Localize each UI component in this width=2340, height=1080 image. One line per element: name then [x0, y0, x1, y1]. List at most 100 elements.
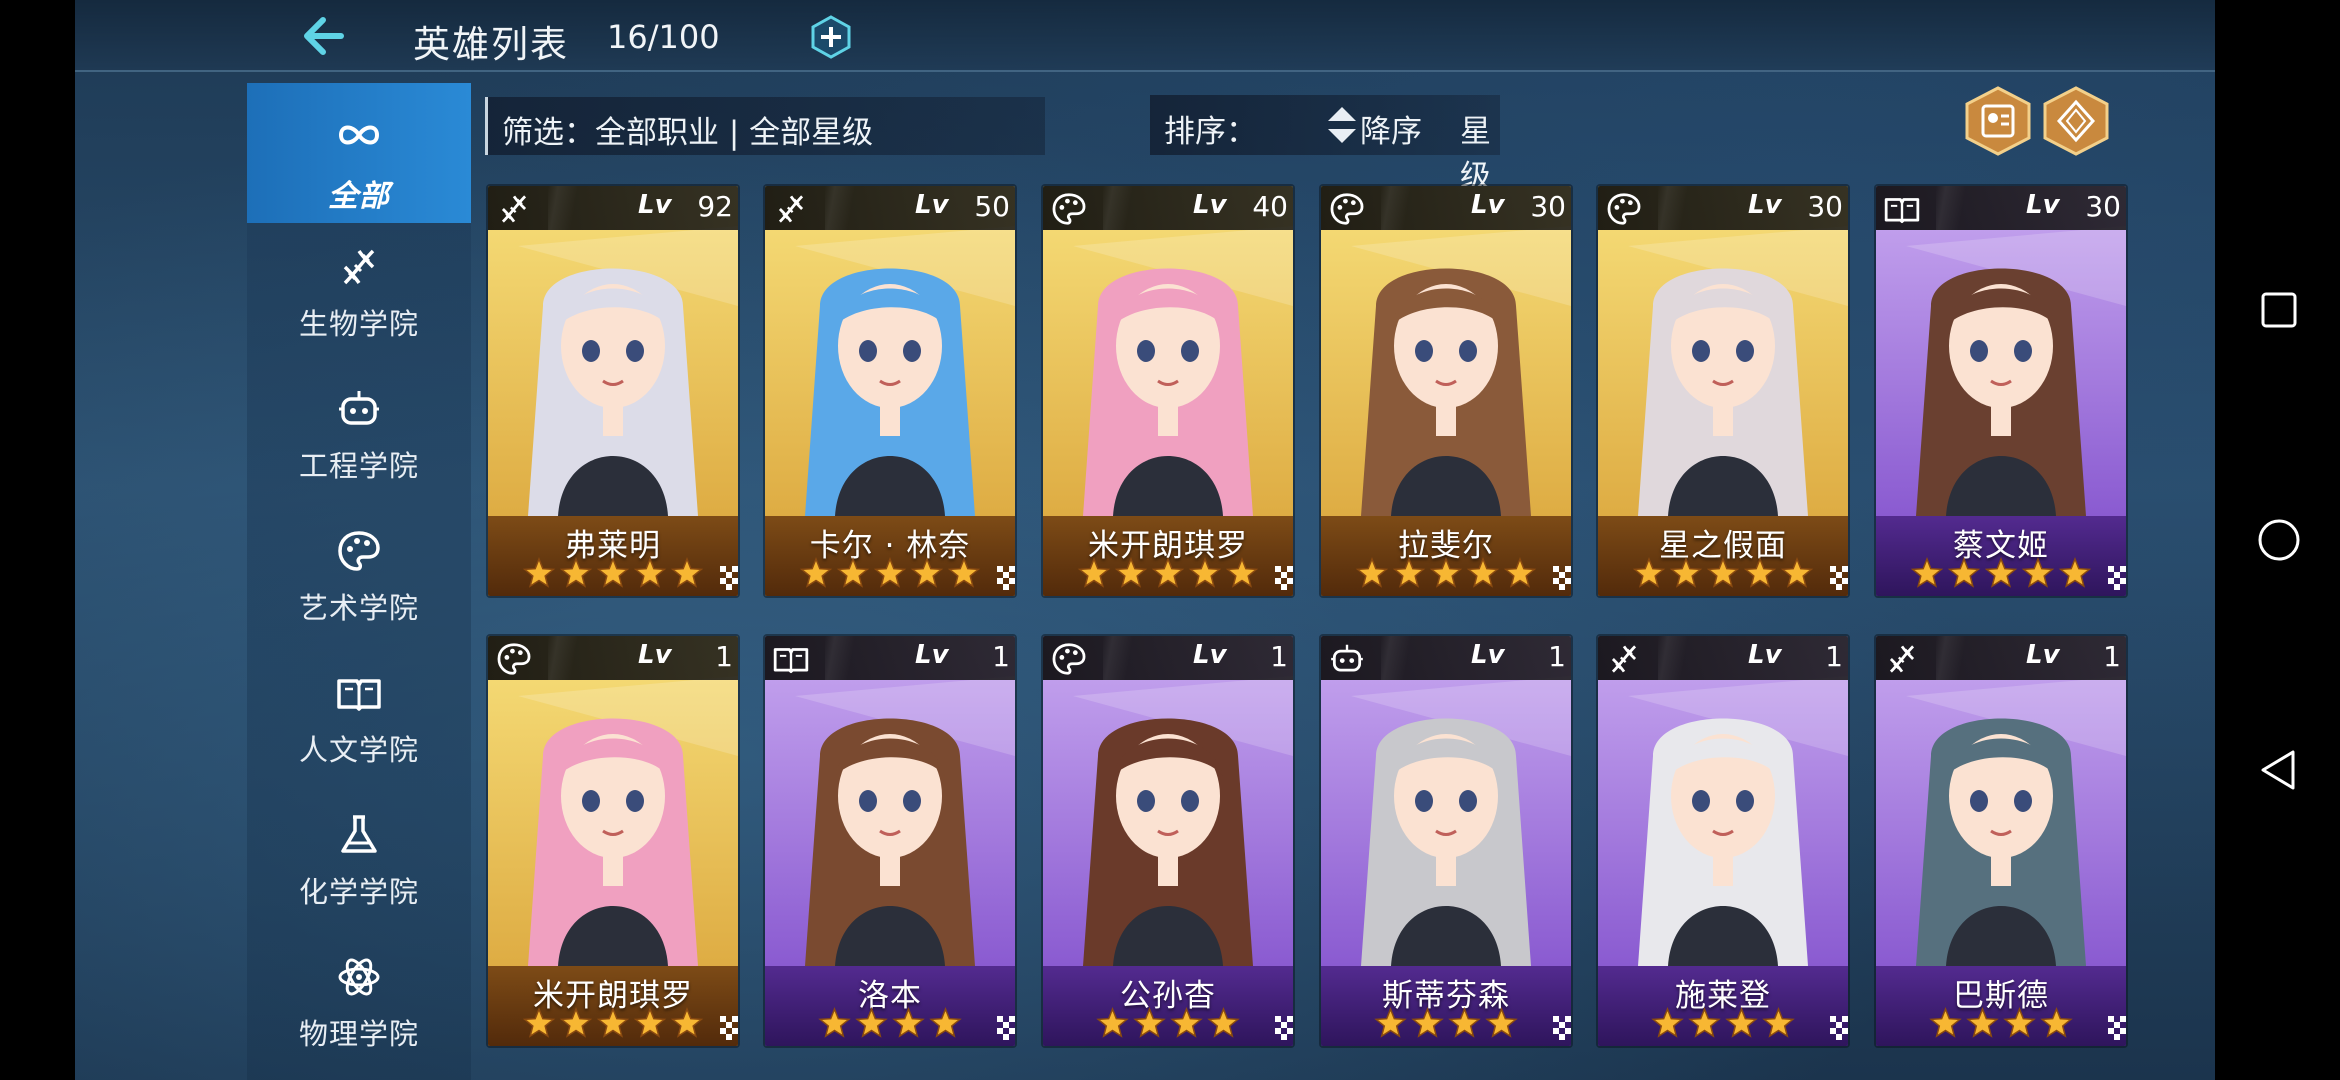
star-icon	[1114, 557, 1148, 588]
star-icon	[670, 1007, 704, 1038]
star-icon	[1188, 557, 1222, 588]
hero-level: 1	[1825, 640, 1843, 673]
sidebar-item-1[interactable]: 生物学院	[247, 223, 471, 353]
palette-icon	[1052, 193, 1086, 225]
hero-card[interactable]: Lv 40 米开朗琪罗	[1043, 186, 1293, 596]
recent-apps-icon[interactable]	[2257, 288, 2301, 332]
star-icon	[1225, 557, 1259, 588]
checker-flag-icon	[720, 1016, 738, 1040]
hero-card[interactable]: Lv 1 施莱登	[1598, 636, 1848, 1046]
sort-direction[interactable]: 降序	[1360, 106, 1422, 151]
checker-flag-icon	[1275, 566, 1293, 590]
sidebar-item-6[interactable]: 物理学院	[247, 933, 471, 1063]
star-icon	[1966, 1007, 1999, 1038]
dna-icon	[1889, 645, 1915, 673]
star-icon	[633, 557, 667, 588]
star-icon	[1392, 557, 1426, 588]
palette-icon	[1330, 193, 1364, 225]
level-tag: Lv	[2026, 640, 2060, 670]
sidebar-item-5[interactable]: 化学学院	[247, 791, 471, 921]
sidebar-item-0[interactable]: 全部	[247, 83, 471, 223]
hero-level: 92	[697, 190, 733, 223]
back-nav-icon[interactable]	[2257, 748, 2301, 792]
sort-toggle-icon[interactable]	[1326, 103, 1358, 147]
game-screen: 英雄列表 16/100 全部 生物学院 工程学院 艺术学院 人文学院 化学学院 物理学院 筛…	[75, 0, 2215, 1080]
hero-namebar: 施莱登	[1598, 966, 1848, 1046]
star-rating	[799, 557, 981, 588]
star-rating	[1077, 557, 1259, 588]
hero-card[interactable]: Lv 30 星之假面	[1598, 186, 1848, 596]
star-icon	[633, 1007, 667, 1038]
level-tag: Lv	[638, 190, 672, 220]
star-icon	[2040, 1007, 2073, 1038]
star-icon	[1466, 557, 1500, 588]
expand-view-icon[interactable]	[2041, 86, 2111, 156]
hero-level: 30	[1807, 190, 1843, 223]
hero-namebar: 星之假面	[1598, 516, 1848, 596]
infinity-icon	[338, 125, 380, 145]
checker-flag-icon	[2108, 1016, 2126, 1040]
filter-bar[interactable]: 筛选：全部职业 | 全部星级	[485, 97, 1045, 155]
sort-label: 排序：	[1164, 114, 1257, 150]
sidebar-item-label: 物理学院	[298, 1017, 419, 1051]
star-icon	[929, 1007, 962, 1038]
level-tag: Lv	[1471, 640, 1505, 670]
hero-card[interactable]: Lv 1 公孙杳	[1043, 636, 1293, 1046]
sidebar-item-3[interactable]: 艺术学院	[247, 507, 471, 637]
star-icon	[2021, 557, 2055, 588]
hero-level: 1	[1548, 640, 1566, 673]
hero-card[interactable]: Lv 30 拉斐尔	[1321, 186, 1571, 596]
sort-field[interactable]: 星级	[1460, 106, 1500, 196]
checker-flag-icon	[1553, 1016, 1571, 1040]
checker-flag-icon	[720, 566, 738, 590]
star-icon	[1133, 1007, 1166, 1038]
dna-icon	[343, 249, 375, 285]
star-icon	[1984, 557, 2018, 588]
star-icon	[1669, 557, 1703, 588]
star-icon	[818, 1007, 851, 1038]
star-icon	[947, 557, 981, 588]
hero-level: 30	[2085, 190, 2121, 223]
star-icon	[522, 1007, 556, 1038]
palette-icon	[338, 531, 380, 571]
profile-card-icon[interactable]	[1963, 86, 2033, 156]
sidebar-item-4[interactable]: 人文学院	[247, 649, 471, 779]
hero-namebar: 弗莱明	[488, 516, 738, 596]
page-title: 英雄列表	[413, 23, 569, 66]
star-icon	[1448, 1007, 1481, 1038]
hero-card[interactable]: Lv 50 卡尔 · 林奈	[765, 186, 1015, 596]
robot-icon	[339, 391, 379, 425]
hero-card[interactable]: Lv 1 洛本	[765, 636, 1015, 1046]
hero-card[interactable]: Lv 1 米开朗琪罗	[488, 636, 738, 1046]
star-icon	[1688, 1007, 1721, 1038]
checker-flag-icon	[2108, 566, 2126, 590]
sidebar-item-label: 人文学院	[298, 733, 419, 767]
hero-card[interactable]: Lv 1 巴斯德	[1876, 636, 2126, 1046]
sidebar-item-label: 艺术学院	[298, 591, 419, 625]
level-tag: Lv	[1748, 640, 1782, 670]
sidebar-item-2[interactable]: 工程学院	[247, 365, 471, 495]
back-arrow-icon[interactable]	[295, 10, 347, 62]
level-tag: Lv	[915, 640, 949, 670]
palette-icon	[497, 643, 531, 675]
hero-card[interactable]: Lv 92 弗莱明	[488, 186, 738, 596]
level-tag: Lv	[1193, 640, 1227, 670]
flask-icon	[341, 815, 377, 853]
hero-namebar: 蔡文姬	[1876, 516, 2126, 596]
robot-icon	[1331, 644, 1363, 672]
level-tag: Lv	[638, 640, 672, 670]
star-icon	[1096, 1007, 1129, 1038]
star-rating	[1632, 557, 1814, 588]
sort-bar[interactable]: 排序： 降序 星级	[1150, 95, 1500, 195]
add-slot-icon[interactable]	[809, 15, 853, 59]
star-rating	[1374, 1007, 1518, 1038]
hero-card[interactable]: Lv 30 蔡文姬	[1876, 186, 2126, 596]
star-icon	[670, 557, 704, 588]
star-icon	[1170, 1007, 1203, 1038]
star-icon	[1947, 557, 1981, 588]
star-icon	[559, 1007, 593, 1038]
star-icon	[2003, 1007, 2036, 1038]
hero-card[interactable]: Lv 1 斯蒂芬森	[1321, 636, 1571, 1046]
checker-flag-icon	[997, 566, 1015, 590]
home-icon[interactable]	[2257, 518, 2301, 562]
